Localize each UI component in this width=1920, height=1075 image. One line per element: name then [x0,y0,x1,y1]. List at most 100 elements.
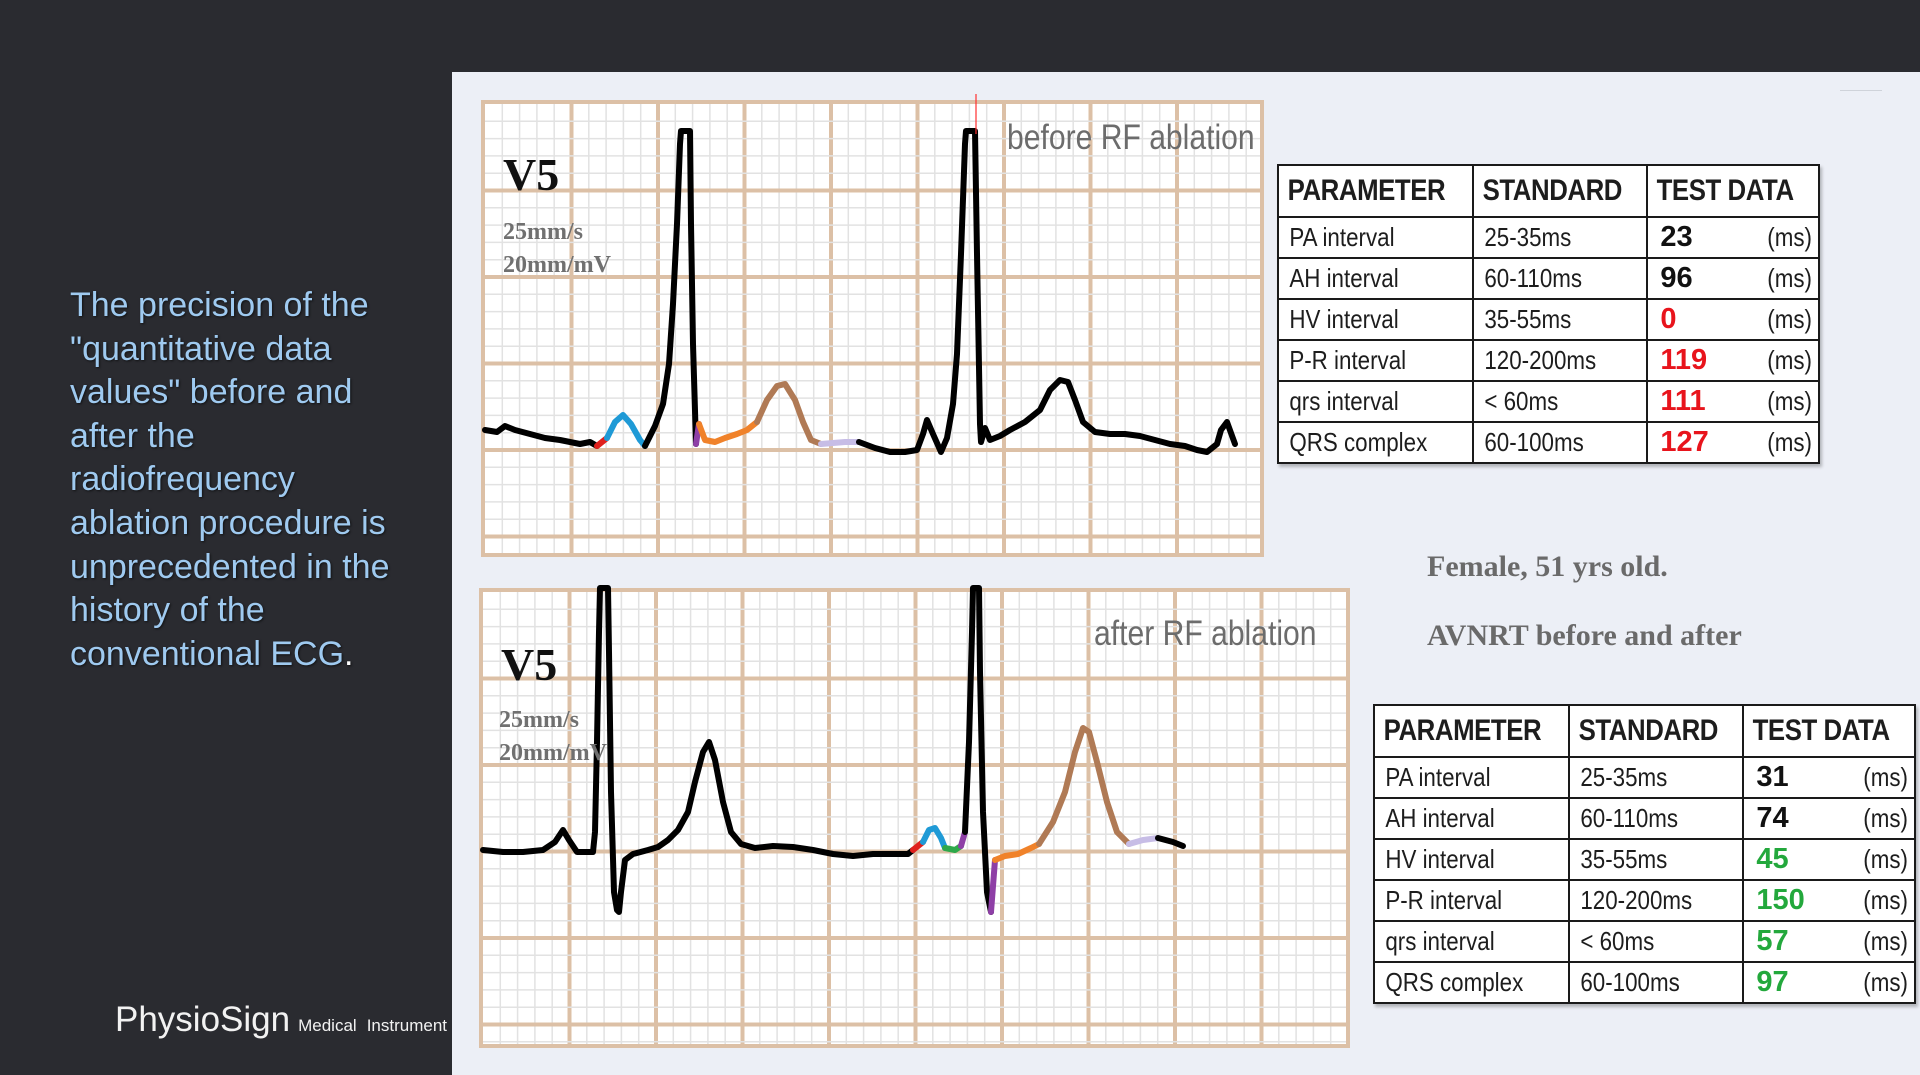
cell-test-data: 150 (ms) [1742,879,1916,922]
description-line: after the [70,416,195,455]
table-row: qrs interval < 60ms 111 (ms) [1276,380,1820,423]
cell-standard: < 60ms [1568,920,1745,963]
cell-parameter: P-R interval [1372,879,1571,922]
unit-label: (ms) [1863,926,1908,956]
test-value: 119 [1660,344,1708,376]
cell-standard: 35-55ms [1472,298,1649,341]
table-row: HV interval 35-55ms 45 (ms) [1372,838,1916,881]
cell-standard: 35-55ms [1568,838,1745,881]
brand-subtitle-medical: Medical [298,1016,357,1035]
test-value: 57 [1756,925,1789,957]
description-line: ablation procedure is [70,503,386,542]
cell-parameter: HV interval [1276,298,1475,341]
cell-standard: 60-100ms [1568,961,1745,1004]
unit-label: (ms) [1767,427,1812,457]
unit-label: (ms) [1863,967,1908,997]
cell-standard: 120-200ms [1568,879,1745,922]
description-line: "quantitative data [70,329,332,368]
ecg-segment-p-wave [604,412,648,449]
ecg-segment-t-wave [1036,725,1132,847]
cell-test-data: 97 (ms) [1742,961,1916,1004]
test-value: 23 [1660,221,1693,253]
header-parameter: PARAMETER [1276,164,1475,218]
unit-label: (ms) [1863,762,1908,792]
cell-test-data: 96 (ms) [1646,257,1820,300]
brand-logo: PhysioSign Medical Instrument [115,1000,447,1040]
cell-parameter: P-R interval [1276,339,1475,382]
table-header-row: PARAMETER STANDARD TEST DATA [1372,704,1916,758]
description-line: radiofrequency [70,460,295,499]
header-standard: STANDARD [1472,164,1649,218]
header-test-data: TEST DATA [1646,164,1820,218]
ecg-segment-tp [1126,835,1161,847]
unit-label: (ms) [1863,885,1908,915]
ecg-strip-before: V5 25mm/s 20mm/mV before RF ablation [481,94,1264,557]
description-line: history of the [70,591,265,630]
cell-parameter: qrs interval [1372,920,1571,963]
cell-test-data: 31 (ms) [1742,756,1916,799]
cell-test-data: 57 (ms) [1742,920,1916,963]
ecg-trace-end [1155,835,1186,849]
cell-parameter: HV interval [1372,838,1571,881]
cell-standard: 25-35ms [1568,756,1745,799]
cell-standard: 120-200ms [1472,339,1649,382]
cell-test-data: 127 (ms) [1646,421,1820,464]
ecg-strip-after: V5 25mm/s 20mm/mV after RF ablation [479,585,1350,1048]
ecg-segment-p-wave [920,825,948,851]
table-row: PA interval 25-35ms 31 (ms) [1372,756,1916,799]
lead-label: V5 [503,149,560,200]
parameters-table-after: PARAMETER STANDARD TEST DATA PA interval… [1372,704,1916,1004]
cell-parameter: qrs interval [1276,380,1475,423]
paper-speed-label: 25mm/s [503,219,583,245]
cell-standard: 60-110ms [1472,257,1649,300]
cell-standard: < 60ms [1472,380,1649,423]
ecg-segment-s-wave [988,857,998,915]
cell-standard: 25-35ms [1472,216,1649,259]
table-row: PA interval 25-35ms 23 (ms) [1276,216,1820,259]
table-header-row: PARAMETER STANDARD TEST DATA [1276,164,1820,218]
cell-test-data: 111 (ms) [1646,380,1820,423]
parameters-table-before: PARAMETER STANDARD TEST DATA PA interval… [1276,164,1820,464]
table-row: P-R interval 120-200ms 119 (ms) [1276,339,1820,382]
cell-parameter: AH interval [1372,797,1571,840]
state-label-after: after RF ablation [1094,614,1317,653]
patient-info: Female, 51 yrs old. [1427,550,1668,583]
table-row: AH interval 60-110ms 96 (ms) [1276,257,1820,300]
description-line: The precision of the [70,286,369,324]
header-standard: STANDARD [1568,704,1745,758]
description-line: unprecedented in the [70,547,390,586]
unit-label: (ms) [1863,803,1908,833]
test-value: 31 [1756,761,1789,793]
cell-standard: 60-100ms [1472,421,1649,464]
table-row: HV interval 35-55ms 0 (ms) [1276,298,1820,341]
unit-label: (ms) [1767,263,1812,293]
table-row: QRS complex 60-100ms 97 (ms) [1372,961,1916,1004]
ecg-segment-t-wave [754,381,824,447]
cell-standard: 60-110ms [1568,797,1745,840]
paper-speed-label: 25mm/s [499,707,579,733]
header-parameter: PARAMETER [1372,704,1571,758]
table-row: P-R interval 120-200ms 150 (ms) [1372,879,1916,922]
ecg-qrs-complex [962,585,994,915]
description-line-last: conventional ECG. [70,633,430,677]
cell-parameter: QRS complex [1372,961,1571,1004]
unit-label: (ms) [1863,844,1908,874]
test-value: 0 [1660,303,1677,335]
table-row: AH interval 60-110ms 74 (ms) [1372,797,1916,840]
cell-parameter: PA interval [1372,756,1571,799]
content-panel: V5 25mm/s 20mm/mV before RF ablation V5 … [452,72,1920,1075]
test-value: 127 [1660,426,1709,458]
gain-label: 20mm/mV [503,252,611,278]
ecg-grid-before [482,94,1260,553]
test-value: 96 [1660,262,1693,294]
slide-description: The precision of the "quantitative data … [70,284,430,676]
state-label-before: before RF ablation [1007,118,1255,157]
brand-subtitle-instrument: Instrument [366,1016,448,1035]
unit-label: (ms) [1767,345,1812,375]
description-period: . [344,634,354,673]
cell-test-data: 23 (ms) [1646,216,1820,259]
unit-label: (ms) [1767,386,1812,416]
test-value: 97 [1756,966,1789,998]
ecg-segment-tp [818,439,862,447]
unit-label: (ms) [1767,222,1812,252]
